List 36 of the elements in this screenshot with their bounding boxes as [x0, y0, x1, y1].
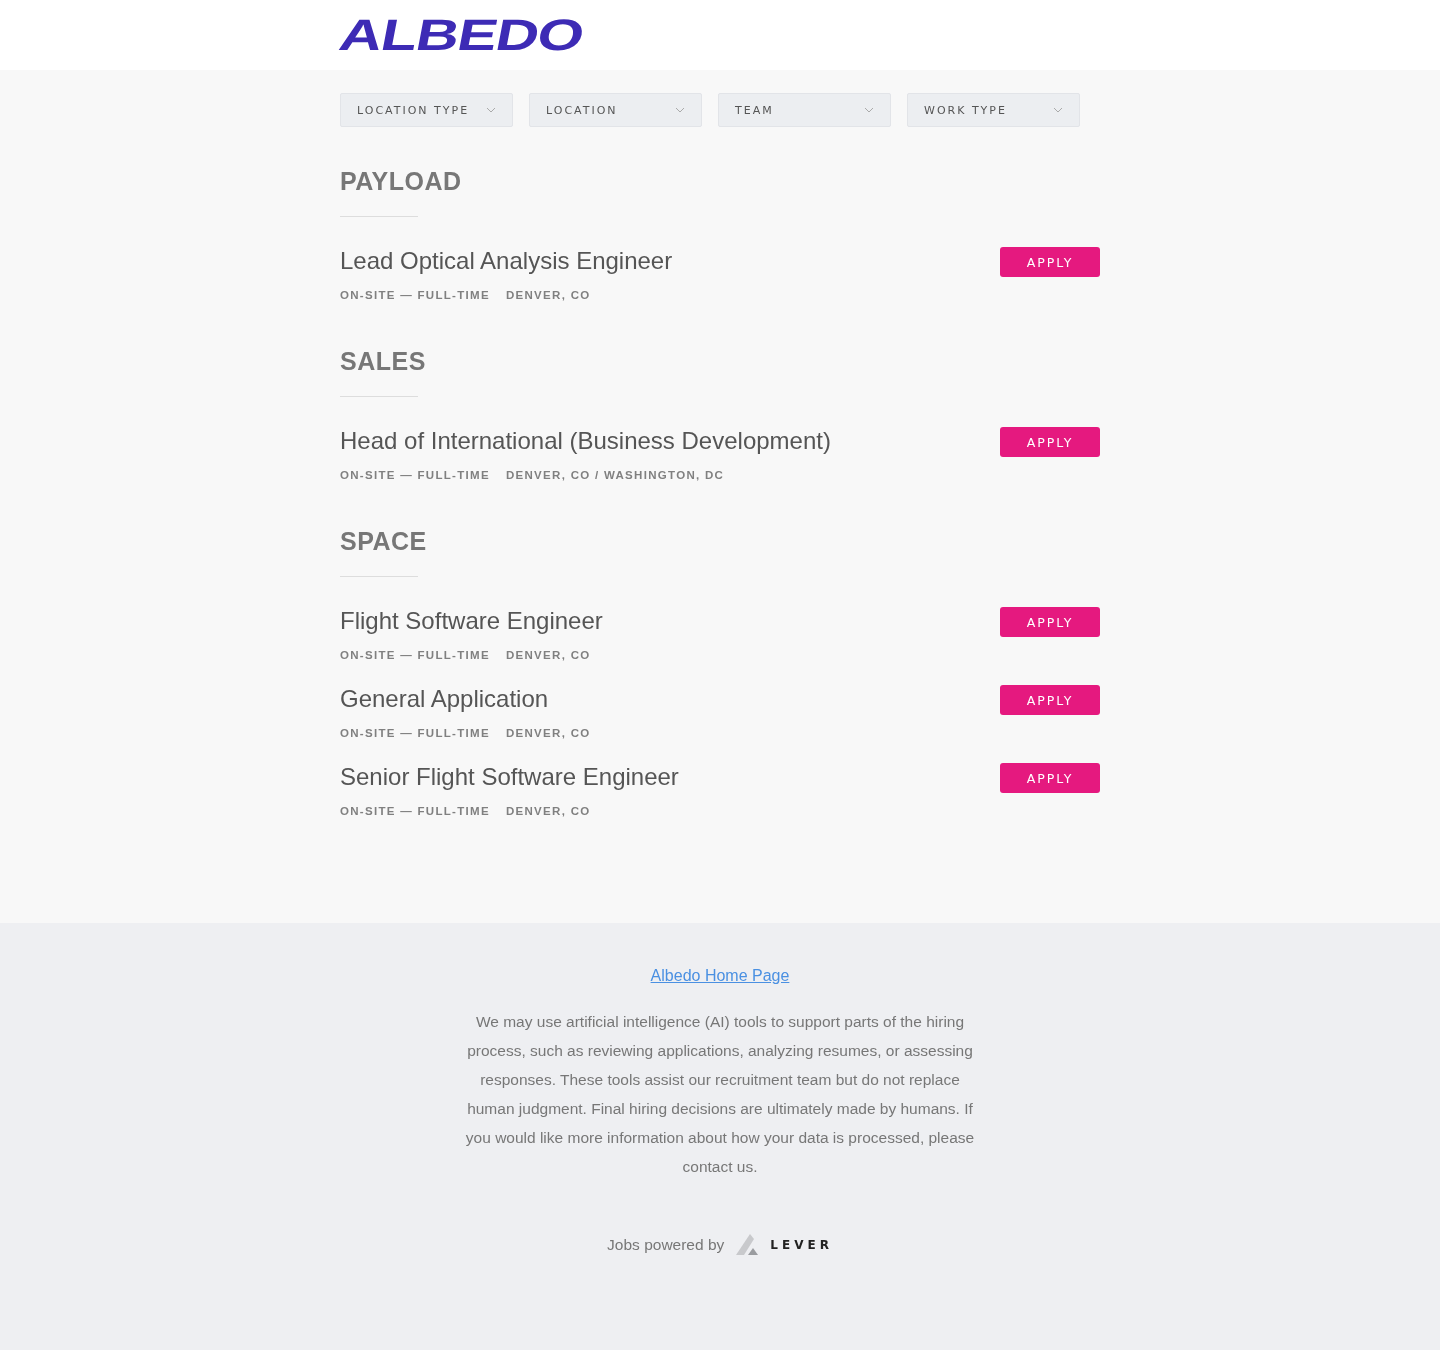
job-title-link[interactable]: Head of International (Business Development)	[340, 427, 831, 455]
chevron-down-icon	[486, 107, 496, 113]
apply-button[interactable]: APPLY	[1000, 685, 1100, 715]
chevron-down-icon	[1053, 107, 1063, 113]
job-title-link[interactable]: General Application	[340, 685, 591, 713]
job-title-link[interactable]: Flight Software Engineer	[340, 607, 603, 635]
filter-dropdown[interactable]: LOCATION TYPE	[340, 93, 513, 127]
location-label: DENVER, CO	[505, 649, 591, 661]
commitment-label: ON-SITE — FULL-TIME	[340, 289, 490, 301]
disclaimer-text: We may use artificial intelligence (AI) tools to support parts of the hiring process, such as reviewing applications, analyzing resumes, or assessing responses. These tools assist our recruitment team but do not replace human judgment. Final hiring decisions are ultimately made by humans. If you would like more information about how your data is processed, please contact us.	[464, 1012, 976, 1177]
location-label: DENVER, CO	[505, 727, 591, 739]
chevron-down-icon	[675, 107, 685, 113]
commitment-label: ON-SITE — FULL-TIME	[340, 469, 490, 481]
location-label: DENVER, CO	[505, 805, 591, 817]
job-title-link[interactable]: Senior Flight Software Engineer	[340, 763, 679, 791]
filter-dropdown[interactable]: LOCATION	[529, 93, 702, 127]
apply-button[interactable]: APPLY	[1000, 763, 1100, 793]
apply-button[interactable]: APPLY	[1000, 247, 1100, 277]
lever-wordmark[interactable]: LEVER	[770, 1238, 833, 1252]
apply-button[interactable]: APPLY	[1000, 607, 1100, 637]
chevron-down-icon	[864, 107, 874, 113]
apply-button[interactable]: APPLY	[1000, 427, 1100, 457]
team-heading: SALES	[340, 347, 427, 376]
lever-logo-icon[interactable]	[734, 1233, 761, 1257]
commitment-label: ON-SITE — FULL-TIME	[340, 805, 490, 817]
logo[interactable]: ALBEDO	[335, 13, 587, 57]
filter-dropdown[interactable]: TEAM	[718, 93, 891, 127]
job-title-link[interactable]: Lead Optical Analysis Engineer	[340, 247, 673, 275]
team-heading: SPACE	[340, 527, 428, 556]
location-label: DENVER, CO	[505, 289, 591, 301]
commitment-label: ON-SITE — FULL-TIME	[340, 649, 490, 661]
powered-by-text: Jobs powered by	[607, 1236, 725, 1254]
filter-dropdown[interactable]: WORK TYPE	[907, 93, 1080, 127]
location-label: DENVER, CO / WASHINGTON, DC	[505, 469, 725, 481]
commitment-label: ON-SITE — FULL-TIME	[340, 727, 490, 739]
team-heading: PAYLOAD	[340, 167, 463, 196]
